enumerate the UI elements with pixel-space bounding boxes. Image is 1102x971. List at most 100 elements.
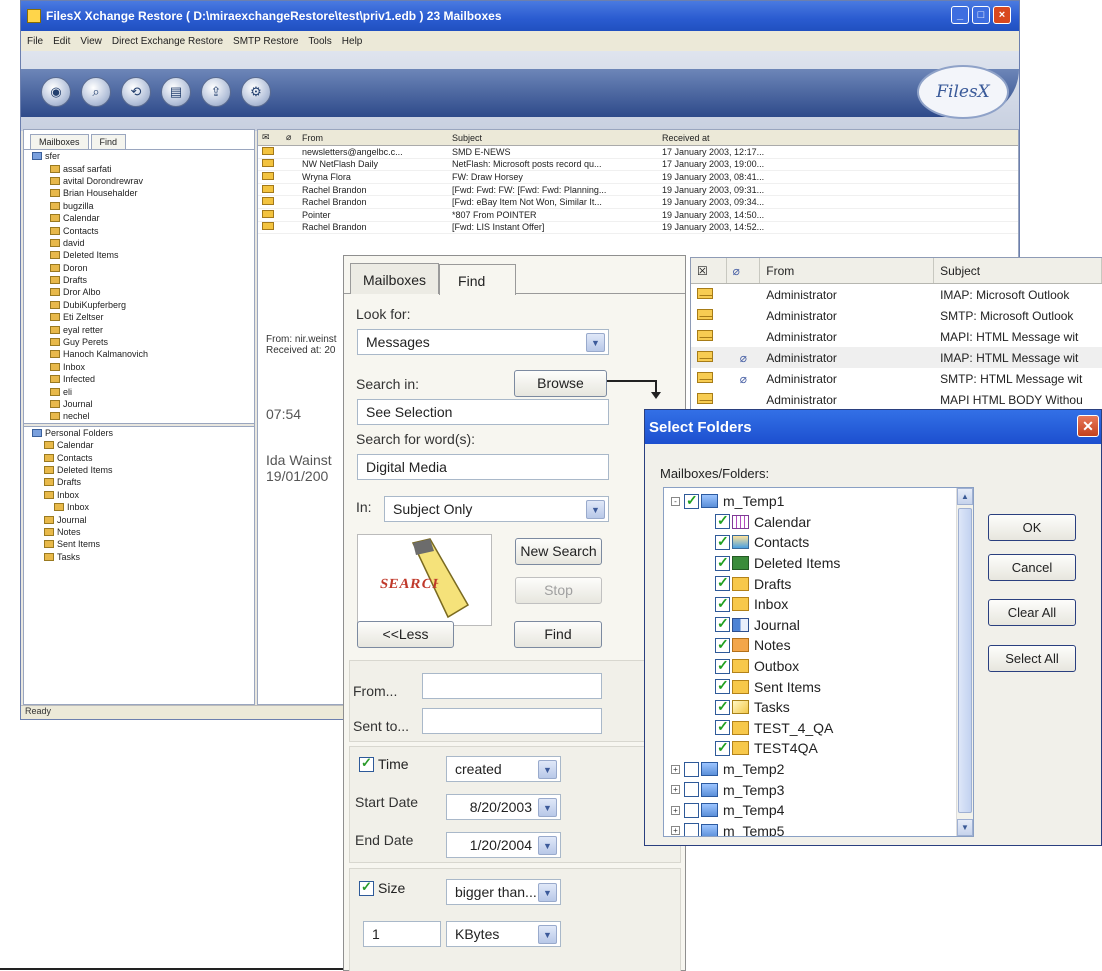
end-date-picker[interactable]: 1/20/2004 ▼ [446, 832, 561, 858]
tree-item[interactable]: Eti Zeltser [24, 311, 254, 323]
table-row[interactable]: Administrator IMAP: Microsoft Outlook [691, 284, 1102, 305]
menu-smtp-restore[interactable]: SMTP Restore [233, 36, 298, 47]
new-search-button[interactable]: New Search [515, 538, 602, 565]
tree-item[interactable]: Inbox [24, 489, 254, 501]
scroll-up-icon[interactable]: ▲ [957, 488, 973, 505]
menu-view[interactable]: View [80, 36, 102, 47]
menu-file[interactable]: File [27, 36, 43, 47]
connect-icon[interactable]: ◉ [41, 77, 71, 107]
in-select[interactable]: Subject Only ▼ [384, 496, 609, 522]
tab-find[interactable]: Find [90, 134, 127, 149]
tree-item[interactable]: Inbox [24, 501, 254, 513]
folder-checkbox[interactable] [684, 782, 699, 798]
search-words-field[interactable]: Digital Media [357, 454, 609, 480]
close-icon[interactable]: × [993, 6, 1011, 24]
folder-checkbox[interactable] [684, 492, 699, 509]
time-checkbox-row[interactable]: Time [359, 755, 409, 772]
folder-tree-item[interactable]: Journal [664, 615, 973, 636]
folder-checkbox[interactable] [715, 554, 730, 571]
expand-icon[interactable]: + [671, 764, 680, 774]
table-row[interactable]: Administrator SMTP: Microsoft Outlook [691, 305, 1102, 326]
find-button[interactable]: Find [514, 621, 602, 648]
tree-item[interactable]: Journal [24, 513, 254, 525]
tree-item[interactable]: Hanoch Kalmanovich [24, 348, 254, 360]
chevron-down-icon[interactable]: ▼ [538, 883, 557, 902]
sent-to-field[interactable] [422, 708, 602, 734]
scroll-down-icon[interactable]: ▼ [957, 819, 973, 836]
tree-item[interactable]: DubiKupferberg [24, 299, 254, 311]
tree-item[interactable]: nechel [24, 410, 254, 422]
from-field[interactable] [422, 673, 602, 699]
chevron-down-icon[interactable]: ▼ [586, 333, 605, 352]
folder-tree-item[interactable]: + m_Temp4 [664, 800, 973, 821]
folder-tree-item[interactable]: Sent Items [664, 676, 973, 697]
chevron-down-icon[interactable]: ▼ [538, 836, 557, 855]
cancel-button[interactable]: Cancel [988, 554, 1076, 581]
restore-icon[interactable]: ⟲ [121, 77, 151, 107]
folder-checkbox[interactable] [715, 677, 730, 695]
folder-tree-item[interactable]: Drafts [664, 573, 973, 594]
search-icon[interactable]: ⌕ [81, 77, 111, 107]
tree-item[interactable]: Doron [24, 262, 254, 274]
table-row[interactable]: newsletters@angelbc.c... SMD E-NEWS 17 Jan… [258, 146, 1018, 159]
clear-all-button[interactable]: Clear All [988, 599, 1076, 626]
folder-tree-item[interactable]: - m_Temp1 [664, 491, 973, 512]
column-subject[interactable]: Subject [934, 258, 1102, 283]
size-checkbox-row[interactable]: Size [359, 879, 405, 896]
tree-item[interactable]: Sent Items [24, 538, 254, 550]
tree-item[interactable]: Calendar [24, 212, 254, 224]
minimize-icon[interactable]: _ [951, 6, 969, 24]
less-button[interactable]: <<Less [357, 621, 454, 648]
folder-icon[interactable]: ▤ [161, 77, 191, 107]
table-row[interactable]: Administrator MAPI HTML BODY Withou [691, 389, 1102, 410]
expand-icon[interactable]: + [671, 785, 680, 795]
column-from[interactable]: From [302, 133, 452, 143]
tree-item[interactable]: Tasks [24, 551, 254, 563]
folder-checkbox[interactable] [715, 595, 730, 612]
folder-tree-item[interactable]: TEST_4_QA [664, 718, 973, 739]
tree-item[interactable]: Contacts [24, 451, 254, 463]
folder-checkbox[interactable] [715, 533, 730, 550]
collapse-icon[interactable]: - [671, 496, 680, 506]
look-for-select[interactable]: Messages ▼ [357, 329, 609, 355]
tree-item[interactable]: david [24, 237, 254, 249]
size-amount-field[interactable]: 1 [363, 921, 441, 947]
tree-item[interactable]: Calendar [24, 439, 254, 451]
menu-direct-exchange-restore[interactable]: Direct Exchange Restore [112, 36, 223, 47]
table-row[interactable]: Rachel Brandon [Fwd: LIS Instant Offer] 19… [258, 222, 1018, 235]
tab-find[interactable]: Find [439, 264, 517, 295]
folder-checkbox[interactable] [715, 657, 730, 674]
expand-icon[interactable]: + [671, 805, 680, 815]
close-icon[interactable]: ✕ [1077, 415, 1099, 437]
time-select[interactable]: created ▼ [446, 756, 561, 782]
tree-item[interactable]: eyal retter [24, 323, 254, 335]
table-row[interactable]: ⌀ Administrator IMAP: HTML Message wit [691, 347, 1102, 368]
search-in-field[interactable]: See Selection [357, 399, 609, 425]
tree-item[interactable]: Infected [24, 373, 254, 385]
folder-checkbox[interactable] [684, 823, 699, 836]
column-subject[interactable]: Subject [452, 133, 662, 143]
table-row[interactable]: ⌀ Administrator SMTP: HTML Message wit [691, 368, 1102, 389]
table-row[interactable]: Rachel Brandon [Fwd: eBay Item Not Won, S… [258, 196, 1018, 209]
folder-checkbox[interactable] [715, 698, 730, 715]
tree-item[interactable]: sfer [24, 150, 254, 162]
tree-item[interactable]: assaf sarfati [24, 162, 254, 174]
tree-item[interactable]: bugzilla [24, 200, 254, 212]
folder-checkbox[interactable] [715, 636, 730, 653]
tree-item[interactable]: Personal Folders [24, 427, 254, 439]
folder-tree-item[interactable]: Inbox [664, 594, 973, 615]
tree-item[interactable]: Dror Albo [24, 286, 254, 298]
tree-item[interactable]: Journal [24, 398, 254, 410]
table-row[interactable]: Pointer *807 From POINTER 19 January 2003,… [258, 209, 1018, 222]
tree-item[interactable]: eli [24, 385, 254, 397]
tab-mailboxes[interactable]: Mailboxes [30, 134, 89, 149]
menu-tools[interactable]: Tools [308, 36, 331, 47]
tree-item[interactable]: Notes [24, 526, 254, 538]
table-row[interactable]: Administrator MAPI: HTML Message wit [691, 326, 1102, 347]
column-from[interactable]: From [760, 258, 935, 283]
column-received[interactable]: Received at [662, 133, 812, 143]
tree-item[interactable]: Deleted Items [24, 464, 254, 476]
folder-checkbox[interactable] [715, 615, 730, 633]
table-row[interactable]: Wryna Flora FW: Draw Horsey 19 January 200… [258, 171, 1018, 184]
expand-icon[interactable]: + [671, 826, 680, 836]
